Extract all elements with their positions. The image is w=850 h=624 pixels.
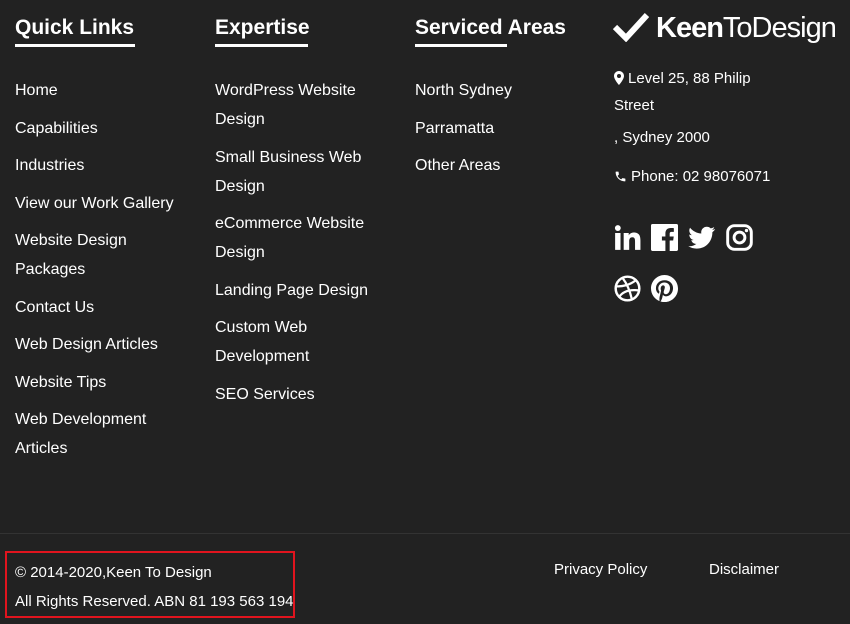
link-ecommerce-design[interactable]: eCommerce Website Design bbox=[215, 215, 364, 261]
dribbble-link[interactable] bbox=[614, 275, 641, 302]
list-item: SEO Services bbox=[215, 380, 400, 409]
list-item: Web Development Articles bbox=[15, 405, 160, 463]
link-website-tips[interactable]: Website Tips bbox=[15, 374, 106, 391]
logo-part-keen: Keen bbox=[656, 12, 724, 44]
address-line-1: Level 25, 88 Philip bbox=[614, 66, 751, 92]
pinterest-link[interactable] bbox=[651, 275, 678, 302]
list-item: Web Design Articles bbox=[15, 330, 200, 359]
logo-part-todesign: ToDesign bbox=[722, 12, 837, 44]
list-item: Website Design Packages bbox=[15, 226, 150, 284]
disclaimer-link[interactable]: Disclaimer bbox=[709, 560, 779, 580]
link-custom-development[interactable]: Custom Web Development bbox=[215, 319, 309, 365]
serviced-areas-heading: Serviced Areas bbox=[415, 16, 566, 39]
link-wordpress-design[interactable]: WordPress Website Design bbox=[215, 82, 356, 128]
link-small-business-design[interactable]: Small Business Web Design bbox=[215, 149, 361, 195]
footer-divider bbox=[0, 533, 850, 534]
list-item: Contact Us bbox=[15, 293, 200, 322]
list-item: Website Tips bbox=[15, 368, 200, 397]
link-development-articles[interactable]: Web Development Articles bbox=[15, 411, 146, 457]
link-design-packages[interactable]: Website Design Packages bbox=[15, 232, 127, 278]
list-item: Small Business Web Design bbox=[215, 143, 375, 201]
list-item: Capabilities bbox=[15, 114, 200, 143]
list-item: Other Areas bbox=[415, 151, 512, 180]
link-capabilities[interactable]: Capabilities bbox=[15, 120, 98, 137]
phone-text: Phone: 02 98076071 bbox=[631, 168, 771, 185]
list-item: Home bbox=[15, 76, 200, 105]
instagram-icon bbox=[726, 224, 753, 251]
link-work-gallery[interactable]: View our Work Gallery bbox=[15, 195, 174, 212]
privacy-policy-link[interactable]: Privacy Policy bbox=[554, 560, 647, 580]
list-item: Industries bbox=[15, 151, 200, 180]
checkmark-icon bbox=[613, 12, 649, 42]
list-item: eCommerce Website Design bbox=[215, 209, 375, 267]
list-item: Custom Web Development bbox=[215, 313, 335, 371]
linkedin-icon bbox=[614, 225, 641, 250]
quick-links-heading: Quick Links bbox=[15, 16, 135, 39]
heading-underline bbox=[15, 44, 135, 47]
quick-links-list: Home Capabilities Industries View our Wo… bbox=[15, 76, 200, 472]
facebook-icon bbox=[651, 224, 678, 251]
facebook-link[interactable] bbox=[651, 224, 678, 251]
link-seo-services[interactable]: SEO Services bbox=[215, 386, 315, 403]
link-landing-page-design[interactable]: Landing Page Design bbox=[215, 282, 368, 299]
list-item: Parramatta bbox=[415, 114, 512, 143]
linkedin-link[interactable] bbox=[614, 224, 641, 251]
expertise-list: WordPress Website Design Small Business … bbox=[215, 76, 400, 417]
twitter-icon bbox=[688, 226, 716, 249]
list-item: Landing Page Design bbox=[215, 276, 400, 305]
instagram-link[interactable] bbox=[726, 224, 753, 251]
expertise-heading: Expertise bbox=[215, 16, 310, 39]
link-other-areas[interactable]: Other Areas bbox=[415, 157, 500, 174]
phone-icon bbox=[615, 171, 626, 182]
logo-text: KeenToDesign bbox=[656, 10, 837, 46]
link-design-articles[interactable]: Web Design Articles bbox=[15, 336, 158, 353]
address-line-3: , Sydney 2000 bbox=[614, 129, 710, 146]
twitter-link[interactable] bbox=[688, 224, 716, 251]
link-contact-us[interactable]: Contact Us bbox=[15, 299, 94, 316]
link-parramatta[interactable]: Parramatta bbox=[415, 120, 494, 137]
link-industries[interactable]: Industries bbox=[15, 157, 84, 174]
phone-line[interactable]: Phone: 02 98076071 bbox=[614, 164, 770, 190]
link-north-sydney[interactable]: North Sydney bbox=[415, 82, 512, 99]
list-item: View our Work Gallery bbox=[15, 189, 200, 218]
list-item: North Sydney bbox=[415, 76, 512, 105]
rights-text: All Rights Reserved. ABN 81 193 563 194 bbox=[15, 593, 294, 610]
serviced-areas-list: North Sydney Parramatta Other Areas bbox=[415, 76, 512, 189]
address-text-1: Level 25, 88 Philip bbox=[628, 70, 751, 87]
list-item: WordPress Website Design bbox=[215, 76, 365, 134]
dribbble-icon bbox=[614, 275, 641, 302]
address-line-2: Street bbox=[614, 97, 655, 114]
link-home[interactable]: Home bbox=[15, 82, 58, 99]
heading-underline bbox=[215, 44, 308, 47]
map-marker-icon bbox=[614, 71, 624, 85]
copyright-text: © 2014-2020,Keen To Design bbox=[15, 564, 212, 581]
heading-underline bbox=[415, 44, 507, 47]
pinterest-icon bbox=[651, 275, 678, 302]
